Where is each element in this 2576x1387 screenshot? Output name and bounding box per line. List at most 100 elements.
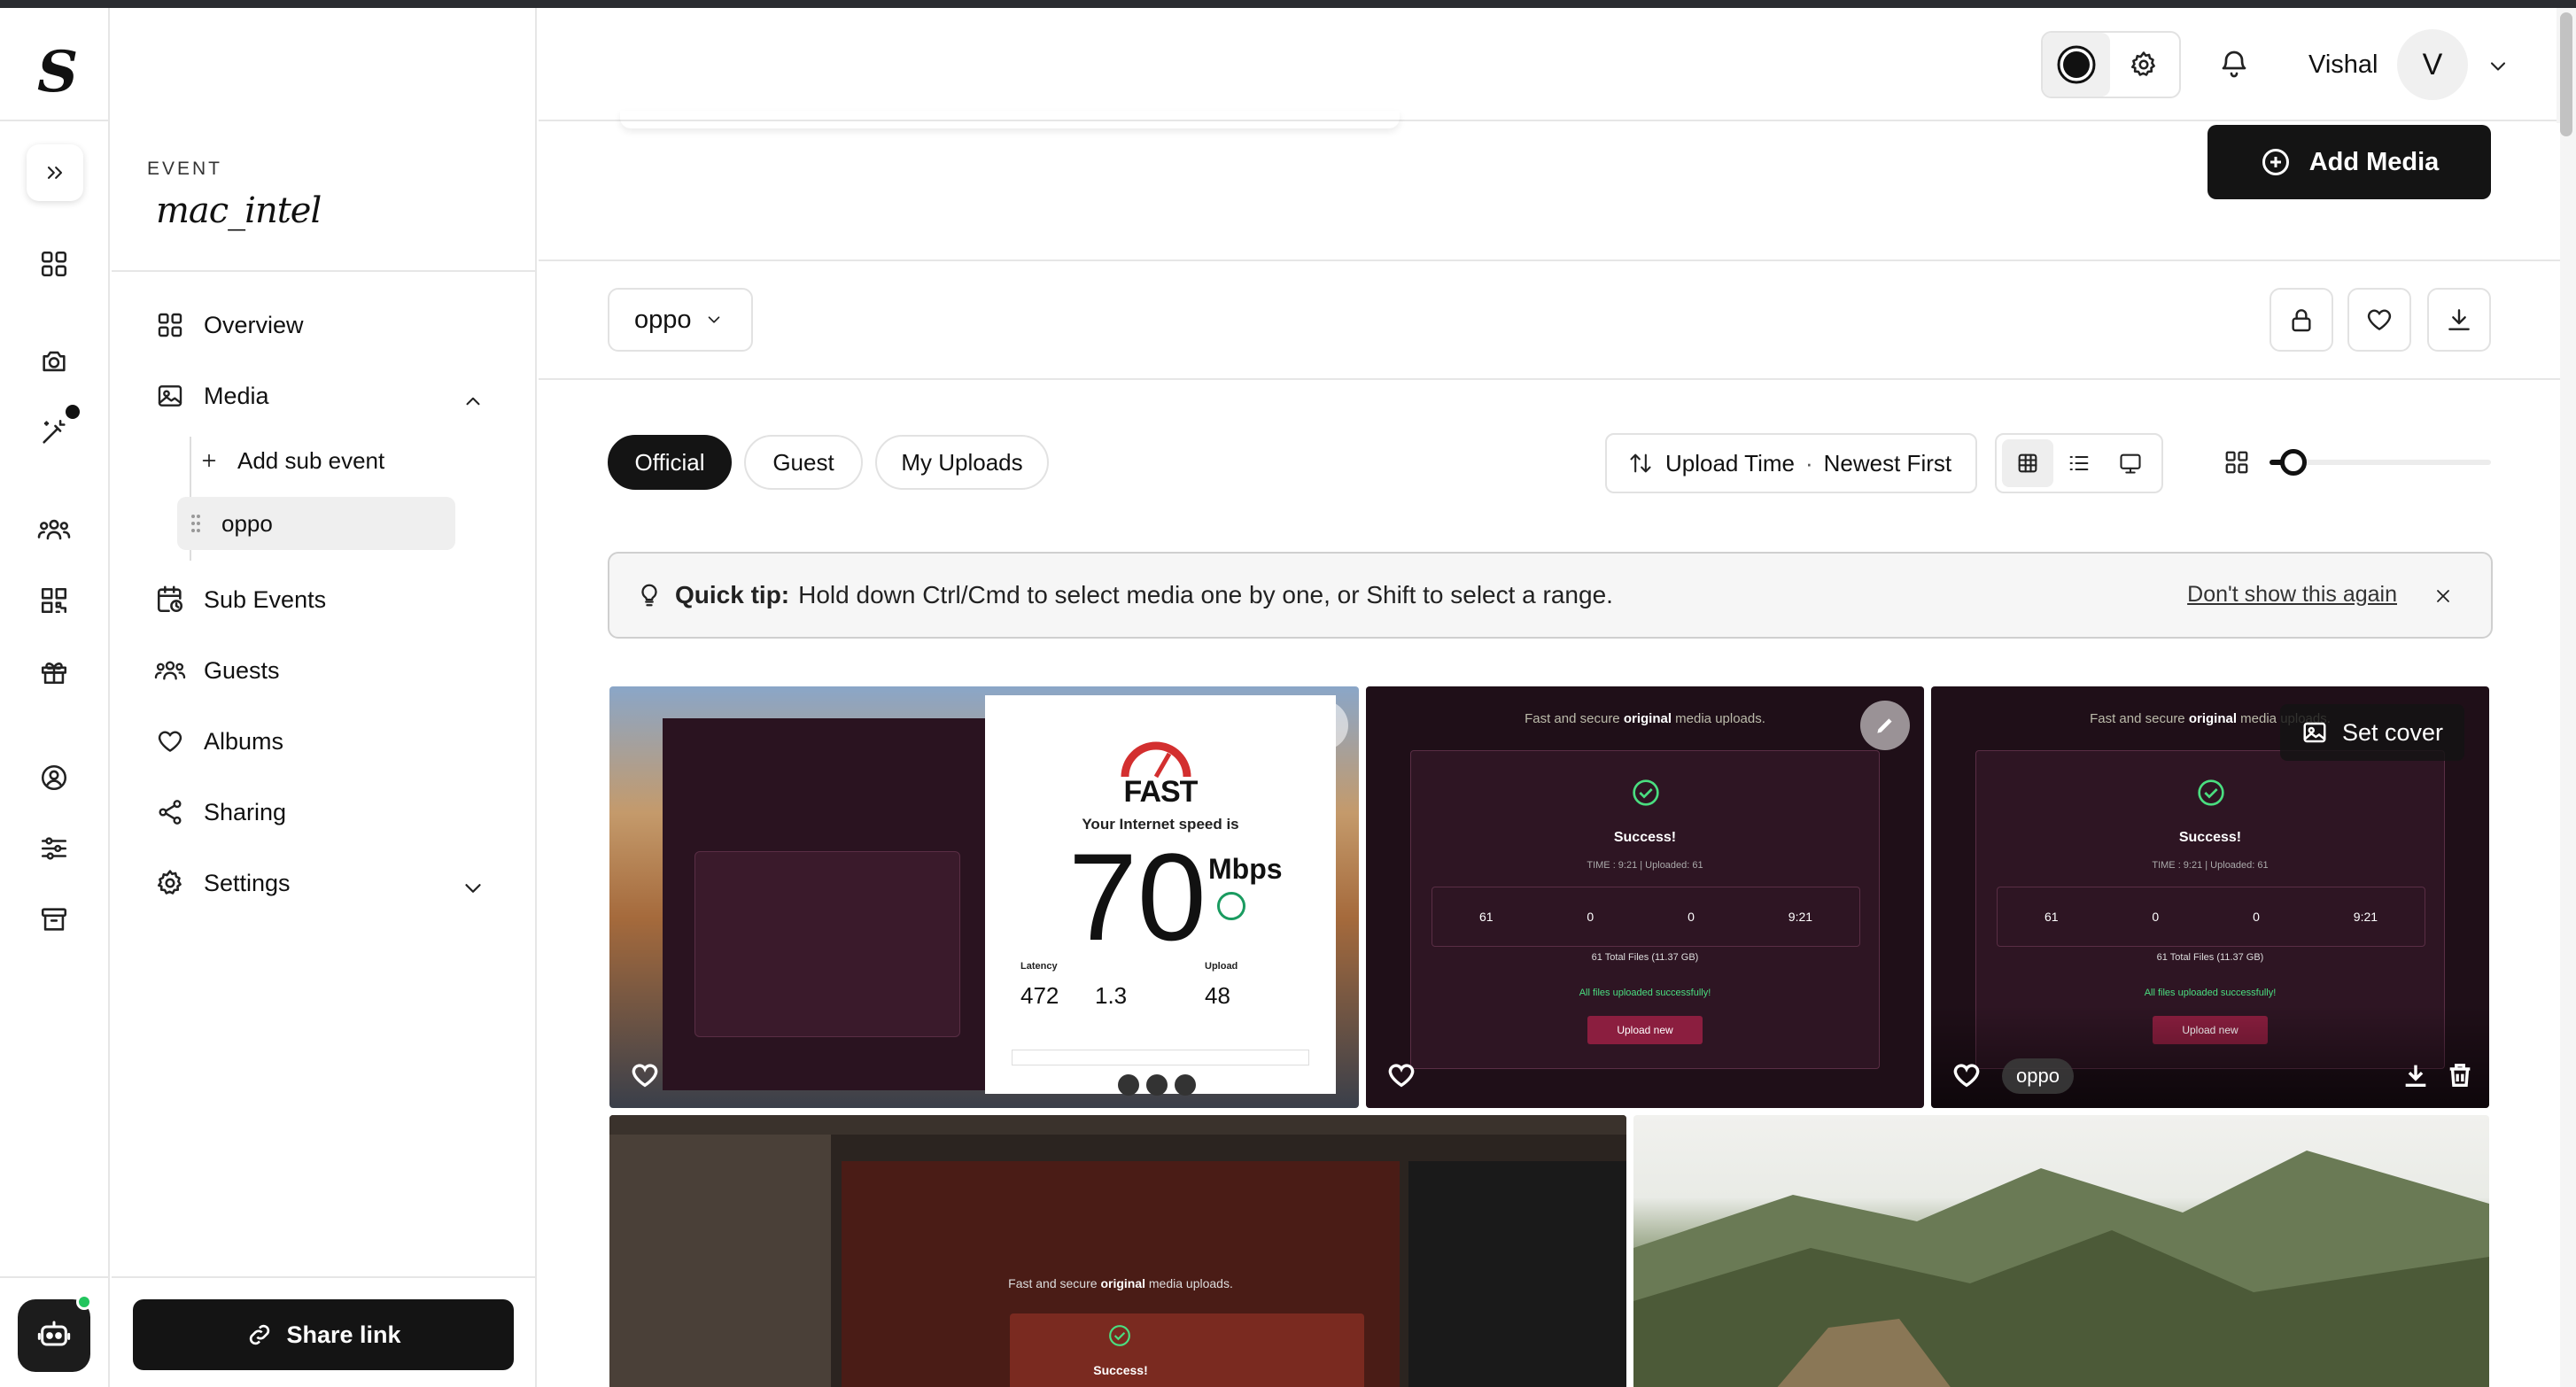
time-line: TIME : 9:21 | Uploaded: 61 <box>2152 860 2269 871</box>
lock-button[interactable] <box>2270 288 2333 352</box>
edit-pencil-icon[interactable] <box>1860 701 1910 750</box>
view-slideshow-button[interactable] <box>2105 439 2156 487</box>
heart-icon[interactable] <box>1951 1060 1982 1090</box>
favorite-button[interactable] <box>2347 288 2411 352</box>
sidebar-item-settings[interactable]: Settings <box>152 858 507 908</box>
media-tile-hovered[interactable]: Fast and secure original media uploads. … <box>1931 686 2489 1108</box>
image-icon <box>2303 722 2326 743</box>
sidebar-item-sub-event-oppo[interactable]: oppo <box>177 497 455 550</box>
rail-dashboard-icon[interactable] <box>34 244 74 284</box>
expand-sidebar-button[interactable] <box>27 144 83 201</box>
user-name[interactable]: Vishal <box>2308 50 2378 80</box>
avatar[interactable]: V <box>2397 29 2468 100</box>
download-icon <box>2448 309 2470 330</box>
page-scrollbar-thumb[interactable] <box>2560 12 2572 136</box>
tip-title: Quick tip: <box>675 581 790 608</box>
top-header: Vishal V <box>539 8 2576 121</box>
speed-value: 70 <box>1068 827 1207 966</box>
rail-camera-icon[interactable] <box>34 341 74 382</box>
event-label: EVENT <box>147 159 223 179</box>
skipped-count: 0 <box>1587 910 1594 924</box>
gear-icon <box>2130 51 2155 76</box>
heart-icon[interactable] <box>629 1060 661 1090</box>
media-tile[interactable]: Fast and secure original media uploads. … <box>1366 686 1924 1108</box>
heart-icon <box>2367 309 2392 330</box>
theme-toggle[interactable] <box>2041 31 2181 98</box>
upload-label: Upload <box>1205 961 1238 972</box>
sidebar-item-label: Sub Events <box>204 585 327 613</box>
support-chat-button[interactable] <box>18 1294 92 1372</box>
share-nodes-icon <box>152 794 188 830</box>
tab-my-uploads[interactable]: My Uploads <box>875 435 1049 490</box>
theme-settings-option[interactable] <box>2110 33 2177 97</box>
total-files: 61 Total Files (11.37 GB) <box>1591 952 1699 963</box>
download-icon[interactable] <box>2401 1060 2431 1090</box>
add-media-button[interactable]: Add Media <box>2207 125 2491 199</box>
notifications-button[interactable] <box>2218 47 2250 79</box>
theme-dark-option[interactable] <box>2043 33 2110 97</box>
sidebar-item-guests[interactable]: Guests <box>152 646 507 695</box>
failed-count: 0 <box>1688 910 1695 924</box>
skipped-count: 0 <box>2152 910 2160 924</box>
rail-bottom-divider <box>0 1276 110 1278</box>
grid-size-slider-handle[interactable] <box>2280 449 2307 476</box>
drag-handle-icon[interactable] <box>190 511 202 536</box>
grid-icon <box>152 307 188 343</box>
latency-value: 472 <box>1020 982 1059 1009</box>
add-sub-event-button[interactable]: Add sub event <box>193 438 384 483</box>
sort-button[interactable]: Upload Time · Newest First <box>1605 433 1977 493</box>
lightbulb-icon <box>641 584 657 607</box>
speed-test-panel: FAST Your Internet speed is 70 Mbps Late… <box>985 695 1336 1096</box>
media-tile[interactable]: Fast and secure original media uploads. … <box>609 1115 1626 1387</box>
rail-archive-icon[interactable] <box>34 899 74 940</box>
rail-sliders-icon[interactable] <box>34 828 74 869</box>
tab-guest[interactable]: Guest <box>744 435 863 490</box>
sidebar-item-sub-events[interactable]: Sub Events <box>152 575 507 624</box>
sidebar-item-albums[interactable]: Albums <box>152 717 507 766</box>
success-title: Success! <box>1093 1363 1148 1377</box>
sidebar-item-label: Overview <box>204 311 304 338</box>
sidebar-item-media[interactable]: Media <box>152 371 507 421</box>
download-button[interactable] <box>2427 288 2491 352</box>
tab-official[interactable]: Official <box>608 435 732 490</box>
sidebar-item-label: Sharing <box>204 798 287 825</box>
chevron-up-icon[interactable] <box>455 384 491 419</box>
sub-event-select[interactable]: oppo <box>608 288 753 352</box>
sidebar-item-sharing[interactable]: Sharing <box>152 787 507 837</box>
close-icon[interactable] <box>2432 585 2454 607</box>
edit-pencil-icon[interactable] <box>1299 701 1348 750</box>
dont-show-again-link[interactable]: Don't show this again <box>2187 582 2397 608</box>
monitor-icon <box>2120 453 2141 474</box>
event-name: mac_intel <box>156 190 322 231</box>
view-list-button[interactable] <box>2053 439 2105 487</box>
screenshot-app-window <box>663 718 999 1090</box>
app-window: Fast and secure original media uploads. … <box>842 1161 1400 1387</box>
chevron-down-icon[interactable] <box>455 871 491 906</box>
sub-event-tag: oppo <box>2002 1058 2074 1094</box>
upload-stats: 61 0 0 9:21 <box>1997 887 2425 947</box>
rail-profile-icon[interactable] <box>34 757 74 798</box>
media-tile[interactable] <box>1633 1115 2489 1387</box>
sidebar-item-overview[interactable]: Overview <box>152 300 507 350</box>
bell-icon <box>2222 50 2246 78</box>
upload-stats: 61 0 0 9:21 <box>1432 887 1860 947</box>
speedometer-icon <box>1121 741 1191 779</box>
rail-gift-icon[interactable] <box>34 651 74 692</box>
refresh-icon <box>1217 892 1245 920</box>
set-cover-button[interactable]: Set cover <box>2280 704 2465 761</box>
media-tile[interactable]: FAST Your Internet speed is 70 Mbps Late… <box>609 686 1359 1108</box>
tab-label: Official <box>634 448 705 476</box>
rail-guests-icon[interactable] <box>34 509 74 550</box>
trash-icon[interactable] <box>2445 1060 2475 1090</box>
app-logo[interactable]: S <box>28 36 85 111</box>
view-grid-button[interactable] <box>2002 439 2053 487</box>
heart-icon[interactable] <box>1385 1060 1417 1090</box>
sort-order: Newest First <box>1823 449 1952 477</box>
rail-qr-code-icon[interactable] <box>34 580 74 621</box>
gear-icon <box>152 865 188 901</box>
window-top-bar <box>0 0 2576 8</box>
share-link-button[interactable]: Share link <box>133 1299 514 1370</box>
total-files: 61 Total Files (11.37 GB) <box>2156 952 2264 963</box>
user-menu-chevron-down-icon[interactable] <box>2486 54 2510 79</box>
tile-tagline: Fast and secure original media uploads. <box>1008 1276 1233 1290</box>
